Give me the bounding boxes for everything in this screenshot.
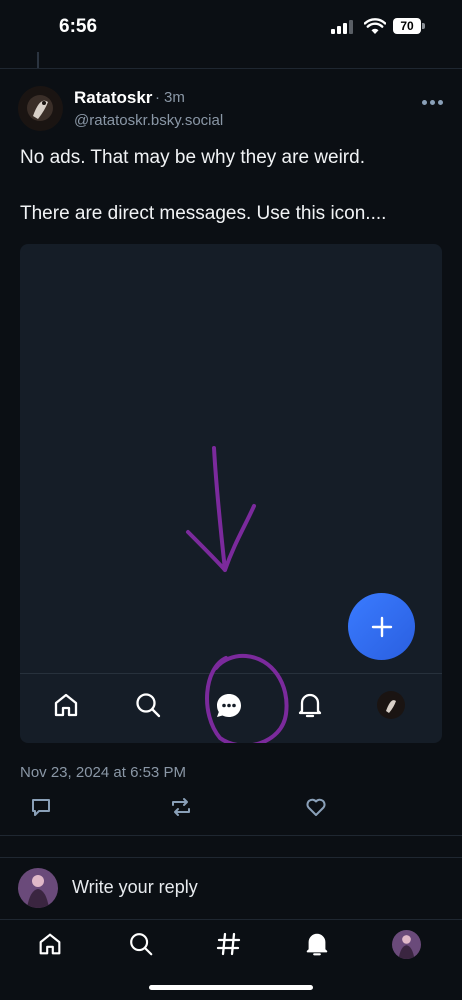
- home-indicator: [149, 985, 313, 990]
- reply-icon[interactable]: [29, 795, 53, 819]
- post-timestamp: Nov 23, 2024 at 6:53 PM: [20, 764, 186, 781]
- divider: [0, 919, 462, 920]
- reply-input[interactable]: Write your reply: [72, 877, 198, 898]
- author-name[interactable]: Ratatoskr: [74, 88, 152, 108]
- post-text-line-2: There are direct messages. Use this icon…: [20, 203, 387, 224]
- battery-indicator: 70: [393, 18, 421, 34]
- nav-profile-avatar[interactable]: [392, 930, 421, 959]
- like-icon[interactable]: [304, 795, 328, 819]
- author-avatar[interactable]: [18, 86, 63, 131]
- meta-separator: ·: [155, 89, 160, 106]
- annotation-drawing: [186, 446, 289, 743]
- post-text-line-1: No ads. That may be why they are weird.: [20, 147, 365, 168]
- nav-bell-icon[interactable]: [303, 930, 331, 958]
- status-time: 6:56: [59, 16, 98, 37]
- author-handle[interactable]: @ratatoskr.bsky.social: [74, 112, 223, 129]
- wifi-icon: [364, 18, 386, 34]
- more-options-icon[interactable]: [422, 100, 443, 105]
- divider: [0, 857, 462, 858]
- nav-search-icon[interactable]: [127, 930, 155, 958]
- embedded-screenshot[interactable]: [20, 244, 442, 743]
- nav-hashtag-icon[interactable]: [215, 930, 243, 958]
- nav-home-icon[interactable]: [36, 930, 64, 958]
- signal-icon: [331, 20, 355, 34]
- battery-nub: [422, 23, 425, 29]
- user-avatar: [18, 868, 58, 908]
- divider: [0, 68, 462, 69]
- divider: [0, 835, 462, 836]
- thread-line: [37, 52, 39, 68]
- repost-icon[interactable]: [168, 795, 194, 819]
- post-time-ago: 3m: [164, 89, 185, 106]
